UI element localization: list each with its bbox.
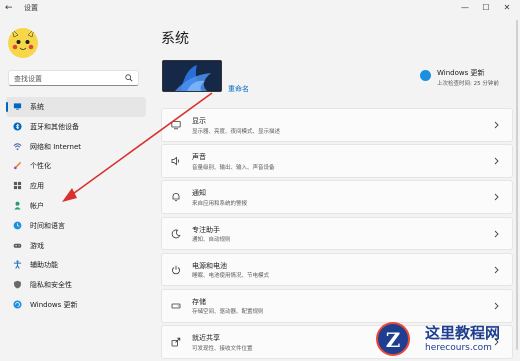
gamepad-icon (13, 243, 22, 248)
sidebar-item-system[interactable]: 系统 (6, 97, 146, 117)
sidebar-item-label: 应用 (30, 182, 44, 191)
sidebar-item-label: 隐私和安全性 (30, 281, 72, 290)
sidebar-item-personalization[interactable]: 个性化 (6, 156, 146, 176)
moon-icon (171, 229, 181, 238)
display-icon (171, 121, 181, 130)
card-subtitle: 通知、自动规则 (192, 237, 231, 244)
sidebar-item-label: 辅助功能 (30, 261, 58, 270)
bluetooth-icon (13, 122, 22, 131)
sidebar-item-bluetooth[interactable]: 蓝牙和其他设备 (6, 117, 146, 137)
update-icon (13, 300, 22, 309)
sidebar-item-network[interactable]: 网络和 Internet (6, 137, 146, 157)
apps-icon (13, 182, 22, 190)
sidebar-item-accounts[interactable]: 帐户 (6, 196, 146, 216)
sidebar-item-privacy[interactable]: 隐私和安全性 (6, 275, 146, 295)
sidebar-item-label: 系统 (30, 103, 44, 111)
pikachu-avatar-icon (10, 28, 36, 57)
card-title: 专注助手 (192, 225, 220, 234)
watermark-logo-letter: Z (385, 328, 401, 352)
scrollbar[interactable] (516, 20, 518, 350)
update-subtitle: 上次检查时间: 25 分钟前 (437, 81, 499, 87)
maximize-button[interactable]: ☐ (479, 2, 493, 14)
close-button[interactable]: ✕ (500, 2, 514, 14)
watermark-title: 这里教程网 (425, 324, 501, 342)
sidebar-item-label: Windows 更新 (30, 300, 78, 309)
sidebar-item-label: 时间和语言 (30, 221, 65, 230)
shield-icon (14, 280, 21, 289)
card-title: 就近共享 (192, 334, 220, 343)
card-subtitle: 音量级别、输出、输入、声音设备 (192, 164, 275, 171)
wallpaper-bloom-icon (163, 61, 221, 91)
globe-clock-icon (13, 221, 22, 230)
card-sound[interactable]: 声音 音量级别、输出、输入、声音设备 (161, 144, 513, 178)
card-subtitle: 睡眠、电池使用情况、节电模式 (192, 273, 270, 280)
card-title: 电源和电池 (192, 261, 227, 270)
brush-icon (13, 162, 22, 170)
card-title: 显示 (192, 117, 206, 125)
card-subtitle: 可发现性、接收文件位置 (192, 345, 253, 352)
watermark-url: herecours.com (425, 343, 492, 353)
device-thumbnail (162, 60, 222, 92)
bell-icon (172, 193, 180, 202)
sidebar-item-label: 游戏 (30, 241, 44, 250)
accessibility-icon (13, 260, 22, 270)
sidebar-nav: 系统 蓝牙和其他设备 网络和 Internet 个性化 应用 帐户 时间和语言 … (6, 97, 146, 315)
chevron-right-icon (494, 266, 499, 274)
card-subtitle: 显示器、亮度、夜间模式、显示描述 (192, 128, 281, 135)
sidebar-item-label: 个性化 (30, 162, 51, 171)
title-bar: ← 设置 — ☐ ✕ (0, 0, 520, 18)
card-subtitle: 来自应用和系统的警报 (192, 200, 248, 207)
sidebar-item-label: 网络和 Internet (30, 142, 82, 151)
card-display[interactable]: 显示 显示器、亮度、夜间模式、显示描述 (161, 108, 513, 142)
update-title: Windows 更新 (437, 69, 485, 77)
card-focus-assist[interactable]: 专注助手 通知、自动规则 (161, 216, 513, 251)
search-input[interactable]: 查找设置 (8, 70, 139, 86)
card-title: 声音 (192, 153, 206, 162)
share-icon (171, 337, 181, 347)
window-title: 设置 (24, 4, 38, 12)
chevron-right-icon (494, 194, 499, 201)
monitor-icon (13, 103, 22, 110)
network-icon (13, 142, 22, 150)
sidebar-item-label: 帐户 (30, 201, 44, 210)
card-title: 通知 (192, 189, 206, 198)
minimize-button[interactable]: — (458, 2, 472, 14)
sidebar-item-label: 蓝牙和其他设备 (30, 122, 79, 131)
rename-link[interactable]: 重命名 (228, 84, 249, 94)
sidebar-item-gaming[interactable]: 游戏 (6, 236, 146, 256)
avatar[interactable] (8, 28, 38, 58)
search-placeholder: 查找设置 (14, 75, 42, 83)
page-title: 系统 (161, 31, 189, 47)
chevron-right-icon (494, 230, 499, 237)
sidebar-item-windows-update[interactable]: Windows 更新 (6, 295, 146, 315)
person-icon (14, 201, 21, 210)
power-icon (172, 265, 180, 275)
card-subtitle: 存储空间、驱动器、配置规则 (192, 309, 264, 316)
chevron-right-icon (494, 121, 499, 129)
active-indicator (6, 102, 8, 112)
card-power-battery[interactable]: 电源和电池 睡眠、电池使用情况、节电模式 (161, 252, 513, 287)
watermark-logo: Z (376, 322, 410, 356)
sidebar-item-time-language[interactable]: 时间和语言 (6, 216, 146, 236)
sidebar-item-apps[interactable]: 应用 (6, 176, 146, 196)
update-icon (420, 70, 431, 81)
card-notifications[interactable]: 通知 来自应用和系统的警报 (161, 180, 513, 214)
card-title: 存储 (192, 297, 206, 306)
back-arrow-icon[interactable]: ← (5, 3, 15, 13)
chevron-right-icon (494, 157, 499, 165)
sidebar-item-accessibility[interactable]: 辅助功能 (6, 255, 146, 275)
chevron-right-icon (494, 302, 499, 310)
speaker-icon (171, 156, 179, 166)
search-icon[interactable] (125, 74, 133, 82)
storage-icon (171, 303, 181, 309)
watermark: Z 这里教程网 herecours.com (374, 318, 520, 361)
